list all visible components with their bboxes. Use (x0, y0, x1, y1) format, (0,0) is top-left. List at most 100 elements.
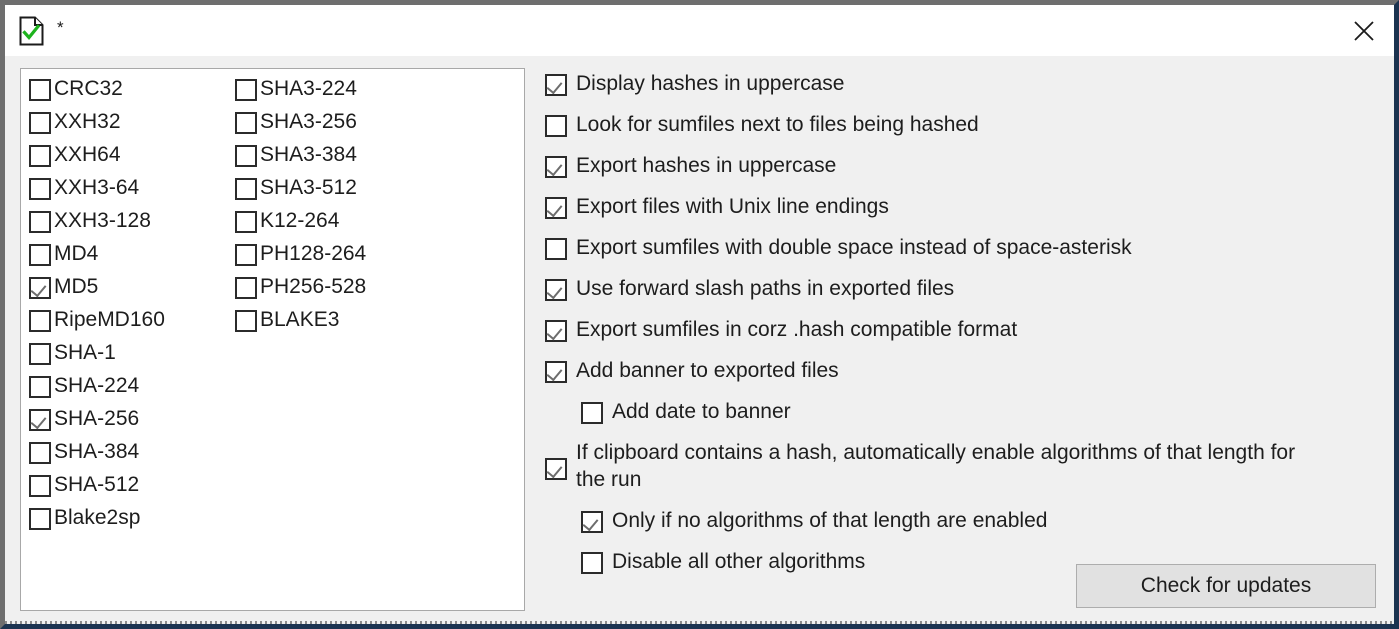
option-checkbox[interactable] (581, 552, 603, 574)
option-checkbox[interactable] (545, 197, 567, 219)
option-row[interactable]: Add date to banner (581, 398, 1380, 425)
algorithm-checkbox[interactable] (235, 79, 257, 101)
algorithm-checkbox[interactable] (235, 310, 257, 332)
algorithm-row[interactable]: CRC32 (29, 76, 165, 109)
window-title: * (57, 18, 64, 37)
algorithm-row[interactable]: BLAKE3 (235, 307, 366, 340)
option-checkbox[interactable] (545, 238, 567, 260)
algorithm-label: XXH64 (54, 143, 121, 166)
settings-window: * CRC32 XXH32 XXH64 XXH3-64 XXH3-128 MD4 MD5 Ri… (0, 0, 1399, 629)
algorithm-checkbox[interactable] (29, 376, 51, 398)
algorithm-checkbox[interactable] (235, 244, 257, 266)
algorithm-row[interactable]: XXH32 (29, 109, 165, 142)
option-checkbox[interactable] (545, 361, 567, 383)
title-bar: * (5, 5, 1394, 56)
algorithms-panel: CRC32 XXH32 XXH64 XXH3-64 XXH3-128 MD4 MD5 Ripe… (20, 68, 525, 611)
option-label: Export sumfiles in corz .hash compatible… (576, 318, 1018, 341)
algorithm-label: SHA-224 (54, 374, 140, 397)
option-row[interactable]: Look for sumfiles next to files being ha… (545, 111, 1380, 138)
option-row[interactable]: Display hashes in uppercase (545, 70, 1380, 97)
option-checkbox[interactable] (581, 511, 603, 533)
option-label: Only if no algorithms of that length are… (612, 509, 1048, 532)
algorithm-row[interactable]: PH128-264 (235, 241, 366, 274)
option-label: Export sumfiles with double space instea… (576, 236, 1132, 259)
algorithm-checkbox[interactable] (235, 211, 257, 233)
option-checkbox[interactable] (545, 458, 567, 480)
algorithm-checkbox[interactable] (29, 112, 51, 134)
algorithm-row[interactable]: XXH64 (29, 142, 165, 175)
algorithm-row[interactable]: SHA-1 (29, 340, 165, 373)
option-row[interactable]: Export sumfiles in corz .hash compatible… (545, 316, 1380, 343)
option-label: Look for sumfiles next to files being ha… (576, 113, 979, 136)
algorithm-label: SHA-512 (54, 473, 140, 496)
algorithm-row[interactable]: SHA3-512 (235, 175, 366, 208)
algorithms-column-2: SHA3-224 SHA3-256 SHA3-384 SHA3-512 K12-264 P… (235, 76, 366, 340)
algorithm-row[interactable]: XXH3-64 (29, 175, 165, 208)
option-checkbox[interactable] (545, 74, 567, 96)
window-bottom-edge (5, 621, 1394, 624)
option-checkbox[interactable] (545, 279, 567, 301)
algorithm-row[interactable]: SHA-384 (29, 439, 165, 472)
algorithm-row[interactable]: SHA-512 (29, 472, 165, 505)
algorithms-column-1: CRC32 XXH32 XXH64 XXH3-64 XXH3-128 MD4 MD5 Ripe… (29, 76, 165, 538)
algorithm-label: SHA-1 (54, 341, 116, 364)
algorithm-row[interactable]: K12-264 (235, 208, 366, 241)
algorithm-row[interactable]: SHA-224 (29, 373, 165, 406)
document-check-icon (18, 16, 46, 46)
algorithm-label: SHA3-384 (260, 143, 357, 166)
algorithm-row[interactable]: SHA-256 (29, 406, 165, 439)
algorithm-label: K12-264 (260, 209, 340, 232)
check-for-updates-button[interactable]: Check for updates (1076, 564, 1376, 608)
algorithm-checkbox[interactable] (29, 79, 51, 101)
algorithm-label: SHA-256 (54, 407, 140, 430)
option-checkbox[interactable] (581, 402, 603, 424)
algorithm-label: XXH3-128 (54, 209, 151, 232)
algorithm-row[interactable]: MD5 (29, 274, 165, 307)
algorithm-checkbox[interactable] (235, 277, 257, 299)
algorithm-row[interactable]: PH256-528 (235, 274, 366, 307)
algorithm-row[interactable]: MD4 (29, 241, 165, 274)
option-row[interactable]: Export sumfiles with double space instea… (545, 234, 1380, 261)
algorithm-label: PH256-528 (260, 275, 367, 298)
algorithm-checkbox[interactable] (29, 310, 51, 332)
algorithm-row[interactable]: SHA3-224 (235, 76, 366, 109)
algorithm-checkbox[interactable] (29, 409, 51, 431)
algorithm-label: MD5 (54, 275, 99, 298)
algorithm-checkbox[interactable] (29, 442, 51, 464)
algorithm-label: SHA3-512 (260, 176, 357, 199)
algorithm-row[interactable]: XXH3-128 (29, 208, 165, 241)
algorithm-checkbox[interactable] (29, 277, 51, 299)
option-row[interactable]: Use forward slash paths in exported file… (545, 275, 1380, 302)
algorithm-checkbox[interactable] (29, 211, 51, 233)
algorithm-checkbox[interactable] (29, 178, 51, 200)
option-row[interactable]: If clipboard contains a hash, automatica… (545, 439, 1380, 493)
algorithm-row[interactable]: RipeMD160 (29, 307, 165, 340)
option-checkbox[interactable] (545, 115, 567, 137)
close-icon[interactable] (1334, 5, 1394, 56)
algorithm-checkbox[interactable] (29, 475, 51, 497)
option-label: If clipboard contains a hash, automatica… (576, 441, 1296, 491)
algorithm-row[interactable]: Blake2sp (29, 505, 165, 538)
option-checkbox[interactable] (545, 320, 567, 342)
option-row[interactable]: Add banner to exported files (545, 357, 1380, 384)
algorithm-checkbox[interactable] (29, 343, 51, 365)
option-label: Add date to banner (612, 400, 791, 423)
option-row[interactable]: Export hashes in uppercase (545, 152, 1380, 179)
algorithm-row[interactable]: SHA3-256 (235, 109, 366, 142)
algorithm-checkbox[interactable] (235, 145, 257, 167)
algorithm-checkbox[interactable] (235, 178, 257, 200)
algorithm-label: SHA3-256 (260, 110, 357, 133)
option-label: Disable all other algorithms (612, 550, 866, 573)
algorithm-label: SHA3-224 (260, 77, 357, 100)
algorithm-label: SHA-384 (54, 440, 140, 463)
algorithm-checkbox[interactable] (235, 112, 257, 134)
algorithm-checkbox[interactable] (29, 244, 51, 266)
option-row[interactable]: Only if no algorithms of that length are… (581, 507, 1380, 534)
option-row[interactable]: Export files with Unix line endings (545, 193, 1380, 220)
algorithm-label: RipeMD160 (54, 308, 165, 331)
algorithm-row[interactable]: SHA3-384 (235, 142, 366, 175)
algorithm-label: XXH3-64 (54, 176, 140, 199)
algorithm-checkbox[interactable] (29, 145, 51, 167)
algorithm-checkbox[interactable] (29, 508, 51, 530)
option-checkbox[interactable] (545, 156, 567, 178)
